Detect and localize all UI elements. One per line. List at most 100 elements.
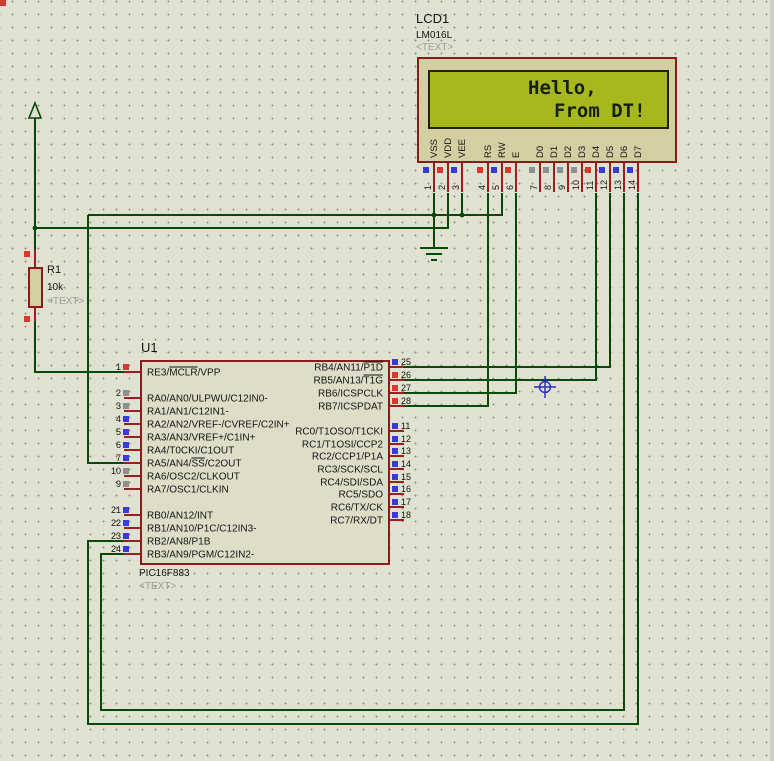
mcu-pin-number-27: 27 <box>401 383 411 393</box>
pin-state-square <box>451 167 457 173</box>
mcu-pin-label-24: RB3/AN9/PGM/C12IN2- <box>147 550 254 561</box>
lcd-pin-label-VSS: VSS <box>429 139 440 158</box>
mcu-pin-number-24: 24 <box>111 544 121 554</box>
pin-state-square <box>392 486 398 492</box>
mcu-pin-number-18: 18 <box>401 510 411 520</box>
pin-state-square <box>392 398 398 404</box>
mcu-pin-label-22: RB1/AN10/P1C/C12IN3- <box>147 524 257 535</box>
ground-symbol-icon[interactable] <box>420 248 448 260</box>
canvas-edge-strip <box>770 0 774 761</box>
wire-r1-to-mclr[interactable] <box>35 321 124 372</box>
mcu-pin-label-1: RE3/MCLR/VPP <box>147 368 221 379</box>
pin-state-square <box>392 359 398 365</box>
pin-state-square <box>477 167 483 173</box>
pin-state-square <box>543 167 549 173</box>
lcd-pin-label-E: E <box>511 152 522 158</box>
lcd-pin-number-14: 14 <box>627 180 637 190</box>
lcd-pin-number-9: 9 <box>557 185 567 190</box>
pin-state-square <box>423 167 429 173</box>
pin-state-square <box>392 436 398 442</box>
mcu-pin-number-7: 7 <box>116 453 121 463</box>
lcd-pin-label-D1: D1 <box>549 146 560 158</box>
pin-state-square <box>392 385 398 391</box>
pin-state-square <box>392 448 398 454</box>
pin-state-square <box>123 481 129 487</box>
mcu-pin-number-21: 21 <box>111 505 121 515</box>
pin-state-square <box>123 416 129 422</box>
mcu-pin-number-17: 17 <box>401 497 411 507</box>
mcu-pin-label-25: RB4/AN11/P1D <box>314 363 383 374</box>
lcd-pin-label-D0: D0 <box>535 146 546 158</box>
mcu-pin-label-10: RA6/OSC2/CLKOUT <box>147 472 240 483</box>
mcu-pin-number-23: 23 <box>111 531 121 541</box>
pin-state-square <box>437 167 443 173</box>
wire-ground-ra5[interactable] <box>88 215 124 463</box>
mcu-pin-label-28: RB7/ICSPDAT <box>318 402 383 413</box>
lcd-pin-label-VEE: VEE <box>457 139 468 158</box>
power-terminal-icon[interactable] <box>29 103 41 118</box>
pin-state-square <box>24 316 30 322</box>
pin-state-square <box>392 461 398 467</box>
lcd-pin-number-2: 2 <box>437 185 447 190</box>
lcd-pin-number-3: 3 <box>451 185 461 190</box>
wire-rb5-d4[interactable] <box>404 193 596 380</box>
mcu-pin-label-5: RA3/AN3/VREF+/C1IN+ <box>147 433 256 444</box>
mcu-pin-number-2: 2 <box>116 388 121 398</box>
lcd-pin-label-D4: D4 <box>591 146 602 158</box>
pin-state-square <box>505 167 511 173</box>
mcu-pin-label-9: RA7/OSC1/CLKIN <box>147 485 229 496</box>
pin-state-square <box>627 167 633 173</box>
lcd-pin-number-8: 8 <box>543 185 553 190</box>
wire-vdd[interactable] <box>35 193 448 228</box>
lcd-pin-label-RS: RS <box>483 145 494 158</box>
wire-rb7-rs[interactable] <box>404 193 488 406</box>
mcu-pin-label-16: RC5/SDO <box>339 490 384 501</box>
lcd-pin-number-4: 4 <box>477 185 487 190</box>
pin-state-square <box>123 403 129 409</box>
mcu-pin-number-15: 15 <box>401 472 411 482</box>
mcu-pin-number-14: 14 <box>401 459 411 469</box>
mcu-pin-label-18: RC7/RX/DT <box>330 516 383 527</box>
mcu-pin-number-13: 13 <box>401 446 411 456</box>
junction-dot <box>33 226 38 231</box>
mcu-pin-number-5: 5 <box>116 427 121 437</box>
mcu-pin-number-1: 1 <box>116 362 121 372</box>
pin-state-square <box>123 468 129 474</box>
pin-state-square <box>123 364 129 370</box>
mcu-pin-label-12: RC1/T1OSI/CCP2 <box>302 440 384 451</box>
pin-state-square <box>123 455 129 461</box>
schematic-canvas[interactable]: LCD1 LM016L <TEXT> Hello, From DT! U1 PI… <box>0 0 774 761</box>
lcd-pin-number-10: 10 <box>571 180 581 190</box>
pin-state-square <box>123 429 129 435</box>
mcu-pin-number-28: 28 <box>401 396 411 406</box>
pin-state-square <box>392 372 398 378</box>
pin-state-square <box>599 167 605 173</box>
mcu-pin-number-4: 4 <box>116 414 121 424</box>
junction-dot <box>460 213 465 218</box>
pin-state-square <box>392 423 398 429</box>
wiring-layer: 1RE3/MCLR/VPP2RA0/AN0/ULPWU/C12IN0-3RA1/… <box>0 0 774 761</box>
pin-state-square <box>123 520 129 526</box>
pin-state-square <box>392 512 398 518</box>
mcu-pin-label-13: RC2/CCP1/P1A <box>312 452 383 463</box>
lcd-pin-number-11: 11 <box>585 181 595 190</box>
lcd-pin-number-12: 12 <box>599 180 609 190</box>
pin-state-square <box>613 167 619 173</box>
mcu-pin-number-10: 10 <box>111 466 121 476</box>
mcu-pin-label-2: RA0/AN0/ULPWU/C12IN0- <box>147 394 268 405</box>
mcu-pin-label-7: RA5/AN4/SS/C2OUT <box>147 459 241 470</box>
mcu-pin-label-11: RC0/T1OSO/T1CKI <box>295 427 383 438</box>
pin-state-square <box>123 533 129 539</box>
mcu-pin-label-21: RB0/AN12/INT <box>147 511 213 522</box>
pin-state-square <box>123 507 129 513</box>
mcu-pin-number-9: 9 <box>116 479 121 489</box>
junction-dot <box>432 213 437 218</box>
wire-rb6-e[interactable] <box>404 193 516 393</box>
lcd-pin-label-D6: D6 <box>619 146 630 158</box>
lcd-pin-label-RW: RW <box>497 142 508 158</box>
lcd-pin-label-D5: D5 <box>605 146 616 158</box>
wire-ground-bus[interactable] <box>88 193 502 215</box>
mcu-pin-label-23: RB2/AN8/P1B <box>147 537 211 548</box>
pin-state-square <box>24 251 30 257</box>
mcu-pin-label-15: RC4/SDI/SDA <box>320 478 383 489</box>
